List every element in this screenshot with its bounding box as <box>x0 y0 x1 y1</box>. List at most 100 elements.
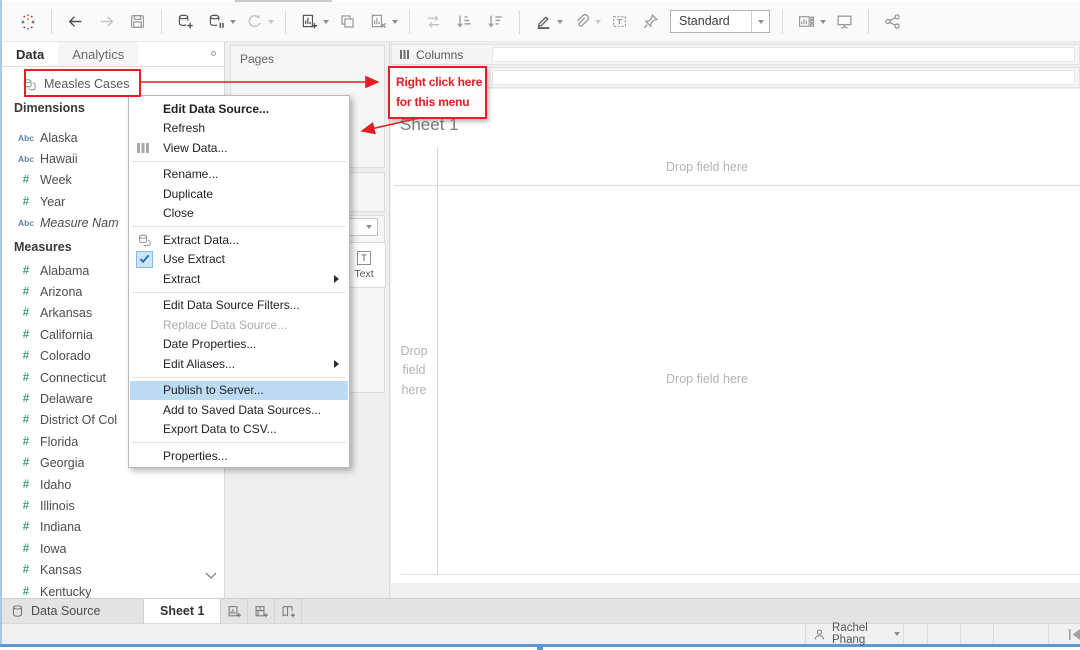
tab-sheet1[interactable]: Sheet 1 <box>143 599 221 623</box>
number-field-icon: # <box>14 414 38 426</box>
back-icon[interactable] <box>63 9 88 35</box>
highlight-caret[interactable] <box>557 20 563 24</box>
pane-options-icon[interactable] <box>211 51 216 56</box>
new-worksheet-caret[interactable] <box>323 20 329 24</box>
number-field-icon: # <box>14 265 38 277</box>
menu-item-rename[interactable]: Rename... <box>130 165 348 185</box>
clear-sheet-icon[interactable] <box>366 9 391 35</box>
annotation-text-line1: Right click here <box>396 72 485 92</box>
number-field-icon: # <box>14 479 38 491</box>
toolbar-separator <box>409 10 410 34</box>
menu-item-edit-aliases[interactable]: Edit Aliases... <box>130 354 348 374</box>
menu-item-edit-data-source-filters[interactable]: Edit Data Source Filters... <box>130 296 348 316</box>
menu-separator <box>132 442 346 443</box>
number-field-icon: # <box>14 372 38 384</box>
tab-data[interactable]: Data <box>2 42 58 66</box>
user-menu[interactable]: Rachel Phang <box>805 624 904 644</box>
pause-auto-updates-icon[interactable] <box>204 9 229 35</box>
text-label-icon[interactable] <box>607 9 632 35</box>
refresh-caret[interactable] <box>268 20 274 24</box>
field-row[interactable]: #Kentucky <box>2 581 224 598</box>
menu-item-refresh[interactable]: Refresh <box>130 119 348 139</box>
use-extract-checkmark <box>136 251 153 268</box>
fit-selector-caret[interactable] <box>751 11 769 32</box>
new-dashboard-tab-icon[interactable] <box>248 599 275 623</box>
user-name: Rachel Phang <box>832 622 880 646</box>
swap-rows-columns-icon[interactable] <box>421 9 446 35</box>
clear-sheet-caret[interactable] <box>392 20 398 24</box>
presentation-mode-icon[interactable] <box>832 9 857 35</box>
new-story-tab-icon[interactable] <box>275 599 302 623</box>
number-field-icon: # <box>14 521 38 533</box>
menu-item-edit-data-source[interactable]: Edit Data Source... <box>130 99 348 119</box>
menu-item-export-data-to-csv[interactable]: Export Data to CSV... <box>130 420 348 440</box>
canvas-divider-vertical <box>437 147 438 574</box>
menu-item-duplicate[interactable]: Duplicate <box>130 184 348 204</box>
menu-item-view-data[interactable]: View Data... <box>130 138 348 158</box>
share-icon[interactable] <box>880 9 905 35</box>
field-row[interactable]: #Iowa <box>2 538 224 559</box>
menu-separator <box>132 377 346 378</box>
drop-field-hint-columns[interactable]: Drop field here <box>437 160 977 174</box>
columns-shelf-label: Columns <box>416 48 463 62</box>
status-bar: Rachel Phang <box>2 623 1080 644</box>
menu-item-publish-to-server[interactable]: Publish to Server... <box>130 381 348 401</box>
tab-data-label: Data <box>16 47 44 62</box>
new-worksheet-icon[interactable] <box>297 9 322 35</box>
fix-axes-pin-icon[interactable] <box>638 9 663 35</box>
sheet1-tab-label: Sheet 1 <box>160 604 204 618</box>
forward-icon[interactable] <box>94 9 119 35</box>
tab-analytics[interactable]: Analytics <box>58 42 138 66</box>
columns-icon <box>400 49 410 60</box>
duplicate-sheet-icon[interactable] <box>335 9 360 35</box>
field-row[interactable]: #Indiana <box>2 517 224 538</box>
number-field-icon: # <box>14 457 38 469</box>
paperclip-caret[interactable] <box>595 20 601 24</box>
menu-item-add-to-saved-data-sources[interactable]: Add to Saved Data Sources... <box>130 400 348 420</box>
add-data-source-icon[interactable] <box>173 9 198 35</box>
menu-item-extract-data[interactable]: Extract Data... <box>130 230 348 250</box>
string-field-icon: Abc <box>14 154 38 164</box>
person-icon <box>813 628 826 641</box>
field-row[interactable]: #Idaho <box>2 474 224 495</box>
menu-item-close[interactable]: Close <box>130 204 348 224</box>
menu-item-properties[interactable]: Properties... <box>130 446 348 466</box>
field-row[interactable]: #Illinois <box>2 495 224 516</box>
sheet-tab-bar: Data Source Sheet 1 <box>2 598 1080 623</box>
number-field-icon: # <box>14 500 38 512</box>
rows-shelf-field-area[interactable] <box>492 70 1075 85</box>
drop-field-hint-body[interactable]: Drop field here <box>437 372 977 386</box>
data-source-tab-label: Data Source <box>31 604 100 618</box>
sort-descending-icon[interactable] <box>483 9 508 35</box>
sheet-canvas: Sheet 1 Drop field here Drop field here … <box>391 89 1080 583</box>
sort-ascending-icon[interactable] <box>452 9 477 35</box>
menu-item-date-properties[interactable]: Date Properties... <box>130 335 348 355</box>
toolbar-separator <box>782 10 783 34</box>
show-me-caret[interactable] <box>820 20 826 24</box>
columns-shelf[interactable]: Columns <box>391 44 1080 65</box>
new-worksheet-tab-icon[interactable] <box>221 599 248 623</box>
menu-separator <box>132 226 346 227</box>
show-me-icon[interactable] <box>794 9 819 35</box>
highlight-icon[interactable] <box>531 9 556 35</box>
number-field-icon: # <box>14 393 38 405</box>
first-sheet-nav-icon[interactable] <box>1068 628 1080 641</box>
paperclip-icon[interactable] <box>569 9 594 35</box>
scroll-down-chevron-icon[interactable] <box>205 572 217 580</box>
rows-shelf[interactable] <box>391 67 1080 88</box>
text-mark-label: Text <box>354 268 373 280</box>
fit-selector[interactable]: Standard <box>670 10 770 33</box>
tab-data-source[interactable]: Data Source <box>2 599 143 623</box>
pause-auto-updates-caret[interactable] <box>230 20 236 24</box>
columns-shelf-field-area[interactable] <box>492 47 1075 62</box>
menu-item-extract-submenu[interactable]: Extract <box>130 269 348 289</box>
canvas-divider-horizontal <box>394 185 1080 186</box>
annotation-highlight-rectangle <box>24 69 141 97</box>
field-row[interactable]: #Kansas <box>2 559 224 580</box>
menu-item-use-extract[interactable]: Use Extract <box>130 250 348 270</box>
refresh-icon[interactable] <box>242 9 267 35</box>
save-icon[interactable] <box>125 9 150 35</box>
drop-field-hint-rows[interactable]: Drop field here <box>393 342 435 400</box>
user-menu-caret <box>894 632 900 636</box>
mark-type-caret <box>366 225 372 229</box>
